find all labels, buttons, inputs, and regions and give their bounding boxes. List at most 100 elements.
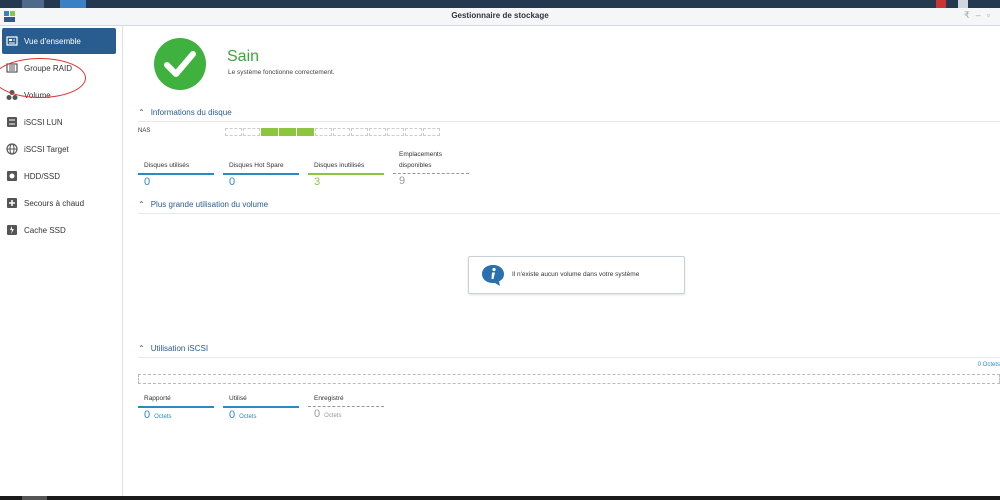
- empty-volume-text: Il n'existe aucun volume dans votre syst…: [512, 271, 640, 278]
- disk-slot-used: [261, 128, 278, 136]
- stat-label-line2: disponibles: [399, 162, 432, 169]
- sidebar-item-label: iSCSI LUN: [24, 117, 63, 127]
- stat-reported: Rapporté 0 Octets: [138, 394, 214, 421]
- sidebar-item-overview[interactable]: Vue d'ensemble: [2, 28, 116, 54]
- section-title: Informations du disque: [150, 108, 232, 117]
- window-title: Gestionnaire de stockage: [451, 11, 549, 20]
- hot-spare-icon: [7, 198, 17, 208]
- stat-unused-disks: Disques inutilisés 3: [308, 161, 384, 188]
- nas-label: NAS: [138, 128, 151, 134]
- stat-bar: [223, 406, 299, 408]
- stat-value-row: 0 Octets: [138, 409, 214, 421]
- sidebar-item-iscsi-target[interactable]: iSCSI Target: [2, 136, 116, 162]
- stat-bar: [138, 406, 214, 408]
- taskbar-button[interactable]: [22, 496, 47, 500]
- window-titlebar: Gestionnaire de stockage ₹–▫: [0, 8, 1000, 26]
- stat-value: 0: [229, 176, 236, 188]
- stat-hot-spare-disks: Disques Hot Spare 0: [223, 161, 299, 188]
- stat-value: 0: [144, 176, 151, 188]
- disk-slot-empty: [315, 128, 332, 136]
- stat-label: Disques utilisés: [144, 162, 190, 169]
- iscsi-usage-bar: [138, 374, 1000, 384]
- stat-value-row: 0 Octets: [223, 409, 299, 421]
- sidebar-item-ssd-cache[interactable]: Cache SSD: [2, 217, 116, 243]
- notification-icon[interactable]: [936, 0, 946, 8]
- stat-used: Utilisé 0 Octets: [223, 394, 299, 421]
- main-content: Sain Le système fonctionne correctement.…: [124, 26, 1000, 496]
- ssd-cache-icon: [7, 225, 17, 235]
- divider: [138, 121, 1000, 122]
- disk-slot-empty: [369, 128, 386, 136]
- stat-available-slots: Emplacements disponibles 9: [393, 148, 469, 187]
- stat-label: Disques inutilisés: [314, 162, 365, 169]
- stat-value: 0: [144, 409, 151, 421]
- stat-bar: [393, 173, 469, 174]
- sidebar-item-label: Vue d'ensemble: [24, 36, 81, 46]
- stat-value: 9: [399, 175, 406, 187]
- sidebar-item-label: HDD/SSD: [24, 171, 61, 181]
- status-check-badge: [154, 38, 206, 90]
- chevron-up-icon: ⌃: [138, 108, 145, 117]
- divider: [138, 213, 1000, 214]
- divider: [138, 357, 1000, 358]
- pin-icon[interactable]: ₹: [964, 10, 976, 20]
- section-disk-info-header[interactable]: ⌃ Informations du disque: [138, 108, 232, 117]
- desktop-taskbar-top: [0, 0, 1000, 8]
- sidebar-item-label: Secours à chaud: [24, 198, 85, 208]
- section-iscsi-usage-header[interactable]: ⌃ Utilisation iSCSI: [138, 344, 208, 353]
- sidebar-item-iscsi-lun[interactable]: iSCSI LUN: [2, 109, 116, 135]
- sidebar-item-hdd-ssd[interactable]: HDD/SSD: [2, 163, 116, 189]
- stat-saved: Enregistré 0 Octets: [308, 394, 384, 420]
- disk-slot-empty: [387, 128, 404, 136]
- disk-slot-empty: [405, 128, 422, 136]
- stat-label: Rapporté: [144, 395, 171, 402]
- disk-slot-empty: [243, 128, 260, 136]
- maximize-icon[interactable]: ▫: [987, 10, 996, 20]
- disk-slot-empty: [333, 128, 350, 136]
- checkmark-icon: [164, 51, 196, 77]
- user-icon[interactable]: [958, 0, 968, 8]
- stat-bar: [138, 173, 214, 175]
- stat-unit: Octets: [324, 413, 342, 419]
- sidebar-item-hot-spare[interactable]: Secours à chaud: [2, 190, 116, 216]
- sidebar-item-label: iSCSI Target: [24, 144, 69, 154]
- section-title: Utilisation iSCSI: [150, 344, 209, 353]
- empty-volume-message: Il n'existe aucun volume dans votre syst…: [468, 256, 685, 294]
- stat-bar: [308, 173, 384, 175]
- desktop-taskbar-bottom: [0, 496, 1000, 500]
- overview-icon: [6, 36, 18, 46]
- disk-slot-used: [297, 128, 314, 136]
- disk-slot-empty: [423, 128, 440, 136]
- stat-label: Disques Hot Spare: [229, 162, 284, 169]
- chevron-up-icon: ⌃: [138, 344, 145, 353]
- sidebar-item-label: Cache SSD: [24, 225, 66, 235]
- section-title: Plus grande utilisation du volume: [150, 200, 269, 209]
- hard-drive-icon: [7, 171, 17, 181]
- status-title: Sain: [227, 48, 260, 65]
- stat-label-line1: Emplacements: [399, 151, 442, 158]
- stat-bar: [223, 173, 299, 175]
- disk-slots: [225, 128, 441, 136]
- stat-value: 0: [229, 409, 236, 421]
- window-controls: ₹–▫: [964, 10, 996, 21]
- main-menu-button[interactable]: [22, 0, 44, 8]
- minimize-icon[interactable]: –: [976, 10, 987, 20]
- disk-slot-empty: [225, 128, 242, 136]
- iscsi-lun-icon: [7, 117, 17, 127]
- stat-used-disks: Disques utilisés 0: [138, 161, 214, 188]
- stat-label: Enregistré: [314, 395, 344, 402]
- section-volume-usage-header[interactable]: ⌃ Plus grande utilisation du volume: [138, 200, 268, 209]
- sidebar: Vue d'ensemble Groupe RAID Volume iSCSI …: [0, 26, 123, 496]
- stat-bar: [308, 406, 384, 407]
- stat-value-row: 0 Octets: [308, 408, 384, 420]
- info-icon: [482, 265, 504, 286]
- app-taskbar-button[interactable]: [60, 0, 86, 8]
- stat-label: Utilisé: [229, 395, 247, 402]
- disk-slot-used: [279, 128, 296, 136]
- stat-value: 0: [314, 408, 321, 420]
- globe-icon: [6, 143, 18, 155]
- status-subtitle: Le système fonctionne correctement.: [228, 69, 335, 76]
- iscsi-total-label: 0 Octets: [977, 362, 1000, 368]
- stat-unit: Octets: [239, 414, 257, 420]
- disk-slot-empty: [351, 128, 368, 136]
